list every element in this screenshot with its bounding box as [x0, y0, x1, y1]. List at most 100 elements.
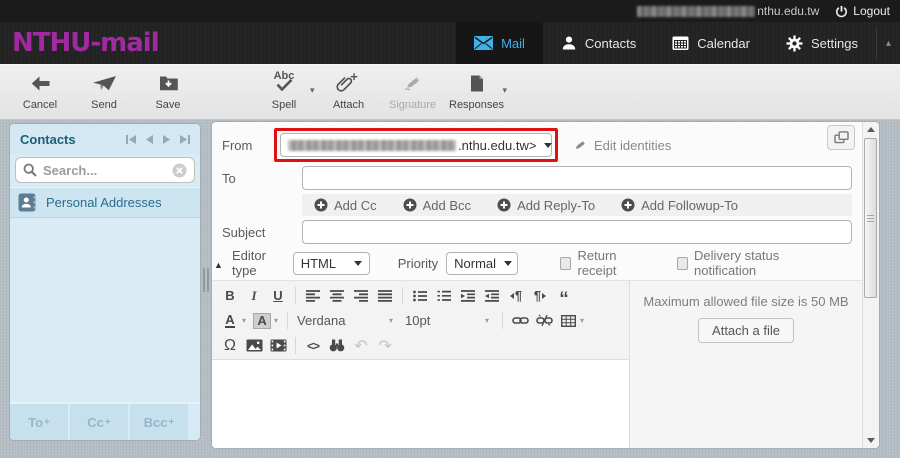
plus-icon: + [44, 417, 50, 428]
nav-item-settings[interactable]: Settings [768, 22, 876, 64]
edit-identities-link[interactable]: Edit identities [572, 138, 671, 153]
align-right-icon[interactable] [349, 285, 373, 307]
signature-pencil-icon [402, 71, 424, 95]
remove-link-icon[interactable] [532, 310, 556, 332]
italic-button[interactable]: I [242, 285, 266, 307]
font-family-select[interactable]: Verdana ▾ [293, 313, 401, 328]
subject-label: Subject [222, 225, 302, 240]
mail-envelope-icon [474, 36, 493, 50]
add-cc-recipient-button: Cc+ [70, 404, 128, 440]
insert-media-icon[interactable] [266, 335, 290, 357]
editor-toolbar-row-2: A ▾ A ▾ Verdana ▾ 10pt ▾ [218, 308, 625, 333]
dsn-label: Delivery status notification [694, 248, 822, 278]
add-cc-link[interactable]: Add Cc [314, 198, 377, 213]
contacts-pager [126, 135, 190, 144]
align-left-icon[interactable] [301, 285, 325, 307]
pencil-icon [572, 139, 588, 152]
sidebar-title: Contacts [20, 132, 76, 147]
background-color-caret-icon[interactable]: ▾ [274, 316, 278, 325]
responses-dropdown-caret[interactable]: ▾ [503, 85, 508, 96]
priority-select[interactable]: Normal [446, 252, 518, 275]
attach-button[interactable]: + Attach [317, 71, 381, 111]
scroll-up-button[interactable] [863, 122, 879, 137]
background-color-button[interactable]: A [250, 310, 274, 332]
add-bcc-link[interactable]: Add Bcc [403, 198, 471, 213]
chevron-up-icon: ▴ [886, 38, 891, 49]
text-color-button[interactable]: A [218, 310, 242, 332]
attach-a-file-button[interactable]: Attach a file [698, 318, 794, 343]
align-center-icon[interactable] [325, 285, 349, 307]
add-reply-to-link[interactable]: Add Reply-To [497, 198, 595, 213]
numbered-list-icon[interactable] [432, 285, 456, 307]
editor-options-row: Editor type HTML Priority Normal Return … [222, 248, 852, 278]
attachments-panel: Maximum allowed file size is 50 MB Attac… [630, 281, 862, 448]
top-bar: nthu.edu.tw Logout [0, 0, 900, 22]
source-code-button[interactable]: <> [301, 335, 325, 357]
compose-header-form: From .nthu.edu.tw> Edit identities To [212, 122, 862, 280]
nav-item-calendar[interactable]: Calendar [654, 22, 768, 64]
select-caret-icon [544, 143, 552, 148]
return-receipt-label: Return receipt [577, 248, 646, 278]
outdent-icon[interactable] [456, 285, 480, 307]
contacts-search-input[interactable] [43, 163, 166, 178]
contacts-sidebar-header: Contacts [10, 124, 200, 154]
prev-page-icon[interactable] [146, 135, 153, 144]
bold-button[interactable]: B [218, 285, 242, 307]
open-in-new-window-button[interactable] [827, 125, 855, 150]
nav-item-contacts[interactable]: Contacts [543, 22, 654, 64]
from-label: From [222, 138, 274, 153]
sidebar-item-personal-addresses[interactable]: Personal Addresses [10, 187, 200, 218]
select-caret-icon [354, 261, 362, 266]
scroll-down-button[interactable] [863, 433, 879, 448]
add-bcc-recipient-button: Bcc+ [130, 404, 188, 440]
table-icon[interactable] [556, 310, 580, 332]
send-button[interactable]: Send [72, 71, 136, 111]
insert-link-icon[interactable] [508, 310, 532, 332]
insert-image-icon[interactable] [242, 335, 266, 357]
power-icon [835, 5, 848, 18]
to-input[interactable] [302, 166, 852, 190]
vertical-scrollbar[interactable] [862, 122, 879, 448]
nav-item-mail[interactable]: Mail [456, 22, 543, 64]
logout-button[interactable]: Logout [835, 4, 890, 18]
align-justify-icon[interactable] [373, 285, 397, 307]
indent-icon[interactable] [480, 285, 504, 307]
taskbar-collapse-button[interactable]: ▴ [877, 22, 900, 64]
spell-dropdown-caret[interactable]: ▾ [310, 85, 315, 96]
font-size-select[interactable]: 10pt ▾ [401, 313, 497, 328]
add-followup-to-link[interactable]: Add Followup-To [621, 198, 738, 213]
sidebar-footer-spacer [190, 404, 200, 440]
spellcheck-button[interactable]: Abc Spell [252, 71, 316, 111]
blockquote-icon[interactable]: “ [552, 285, 576, 307]
subject-input[interactable] [302, 220, 852, 244]
triangle-down-icon [867, 438, 875, 443]
message-body-editable-area[interactable] [212, 359, 629, 448]
cancel-button[interactable]: Cancel [8, 71, 72, 111]
next-page-icon[interactable] [163, 135, 170, 144]
search-replace-icon[interactable] [325, 335, 349, 357]
collapse-options-icon[interactable]: ▲ [214, 260, 223, 270]
paragraph-ltr-icon[interactable]: ¶ [504, 285, 528, 307]
first-page-icon[interactable] [126, 135, 136, 144]
app-logo[interactable]: NTHU-mail [0, 28, 159, 58]
scrollbar-thumb[interactable] [864, 138, 877, 298]
responses-button[interactable]: Responses [445, 71, 509, 111]
underline-button[interactable]: U [266, 285, 290, 307]
return-receipt-checkbox[interactable] [560, 257, 571, 270]
bullet-list-icon[interactable] [408, 285, 432, 307]
save-draft-button[interactable]: Save [136, 71, 200, 111]
special-char-button[interactable]: Ω [218, 335, 242, 357]
from-row: From .nthu.edu.tw> Edit identities [222, 128, 852, 162]
dsn-checkbox[interactable] [677, 257, 688, 270]
to-row: To [222, 166, 852, 190]
last-page-icon[interactable] [180, 135, 190, 144]
sidebar-splitter-handle[interactable] [203, 268, 209, 292]
paragraph-rtl-icon[interactable]: ¶ [528, 285, 552, 307]
address-book-icon [18, 193, 37, 212]
from-identity-select[interactable]: .nthu.edu.tw> [280, 133, 552, 157]
text-color-caret-icon[interactable]: ▾ [242, 316, 246, 325]
table-caret-icon[interactable]: ▾ [580, 316, 584, 325]
clear-search-icon[interactable] [172, 163, 187, 178]
editor-type-select[interactable]: HTML [293, 252, 370, 275]
add-recipient-links-row: Add Cc Add Bcc Add Reply-To Add Followup… [222, 194, 852, 216]
